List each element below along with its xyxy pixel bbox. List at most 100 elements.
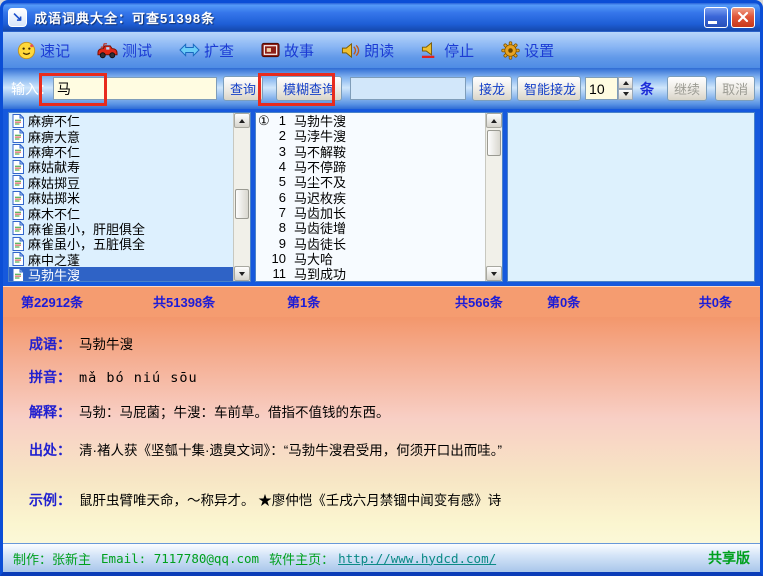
scroll-up-button[interactable] bbox=[486, 113, 502, 128]
close-button[interactable] bbox=[731, 6, 755, 28]
smart-chain-button[interactable]: 智能接龙 bbox=[517, 76, 582, 101]
window-title: 成语词典大全：可查51398条 bbox=[34, 10, 216, 26]
toolbar-item-settings[interactable]: 设置 bbox=[501, 40, 554, 61]
detail-text: 马勃：马屁菌；牛溲：车前草。借指不值钱的东西。 bbox=[79, 405, 390, 420]
scroll-up-button[interactable] bbox=[234, 113, 250, 128]
count-input[interactable] bbox=[585, 77, 619, 100]
input-label: 输入： bbox=[11, 80, 53, 97]
scroll-down-button[interactable] bbox=[486, 266, 502, 281]
down-arrow-icon bbox=[239, 271, 245, 276]
document-icon bbox=[12, 129, 24, 144]
detail-label: 示例： bbox=[29, 492, 71, 508]
result-item[interactable]: 3 马不解鞍 bbox=[256, 143, 502, 160]
result-number: 11 bbox=[272, 266, 287, 282]
stat-value: 共51398条 bbox=[153, 295, 216, 310]
homepage-label: 软件主页： bbox=[269, 551, 335, 567]
close-icon bbox=[737, 11, 749, 23]
up-arrow-icon bbox=[622, 80, 629, 85]
minimize-button[interactable] bbox=[704, 6, 728, 28]
document-icon bbox=[12, 175, 24, 190]
speaker-icon bbox=[342, 42, 360, 58]
detail-row: 示例： 鼠肝虫臂唯天命，～称异才。 ★廖仲恺《壬戌六月禁锢中闻变有感》诗 bbox=[29, 489, 746, 510]
toolbar-item-expand-search[interactable]: 扩查 bbox=[179, 40, 234, 61]
document-icon bbox=[12, 113, 24, 128]
result-number: 9 bbox=[278, 235, 286, 251]
result-item[interactable]: 8 马齿徒增 bbox=[256, 220, 502, 236]
result-list-panel: ① 1 马勃牛溲 2 马浡牛溲 3 马不解鞍 4 马不停蹄 5 马尘不及 6 马迟枚疾 7 马齿加长 8 马齿徒… bbox=[255, 112, 503, 282]
window-buttons bbox=[704, 6, 755, 28]
toolbar-item-test[interactable]: 测试 bbox=[97, 40, 152, 61]
query-button[interactable]: 查询 bbox=[223, 76, 264, 101]
up-arrow-icon bbox=[491, 118, 497, 123]
document-icon bbox=[12, 267, 24, 281]
result-item[interactable]: 9 马齿徒长 bbox=[256, 235, 502, 252]
toolbar-label: 设置 bbox=[524, 42, 555, 60]
search-input[interactable] bbox=[53, 77, 217, 100]
toolbar-item-quick-note[interactable]: 速记 bbox=[17, 40, 70, 61]
stat-value: 第1条 bbox=[287, 295, 321, 310]
up-arrow-icon bbox=[239, 118, 245, 123]
toolbar-label: 朗读 bbox=[364, 42, 395, 60]
document-icon bbox=[12, 252, 24, 267]
document-icon bbox=[12, 144, 24, 159]
scrollbar-thumb[interactable] bbox=[235, 189, 249, 219]
fuzzy-query-button[interactable]: 模糊查询 bbox=[276, 76, 343, 101]
result-item[interactable]: 2 马浡牛溲 bbox=[256, 128, 502, 144]
detail-label: 拼音： bbox=[29, 369, 71, 385]
spin-down-button[interactable] bbox=[618, 88, 634, 100]
double-arrow-icon bbox=[179, 43, 200, 57]
detail-text: 鼠肝虫臂唯天命，～称异才。 ★廖仲恺《壬戌六月禁锢中闻变有感》诗 bbox=[79, 493, 502, 508]
count-unit-label: 条 bbox=[640, 80, 655, 97]
result-item[interactable]: 6 马迟枚疾 bbox=[256, 189, 502, 206]
stat-value: 第0条 bbox=[547, 295, 581, 310]
result-item[interactable]: 5 马尘不及 bbox=[256, 174, 502, 190]
document-icon bbox=[12, 236, 24, 251]
scroll-down-button[interactable] bbox=[234, 266, 250, 281]
chain-input[interactable] bbox=[350, 77, 467, 100]
middle-scrollbar[interactable] bbox=[485, 113, 502, 281]
toolbar-item-stop[interactable]: 停止 bbox=[421, 40, 474, 61]
list-item[interactable]: 马勃牛溲 bbox=[9, 266, 250, 281]
result-number: 2 bbox=[278, 128, 286, 144]
result-number: 1 bbox=[278, 113, 286, 129]
detail-text: 清·褚人获《坚瓠十集·遗臭文词》：“马勃牛溲君受用，何须开口出而哇。” bbox=[79, 443, 502, 458]
cancel-button[interactable]: 取消 bbox=[715, 76, 756, 101]
detail-label: 成语： bbox=[29, 336, 71, 352]
result-number: 10 bbox=[271, 250, 286, 266]
down-arrow-icon bbox=[622, 92, 629, 97]
gear-icon bbox=[501, 40, 520, 60]
stat-value: 共566条 bbox=[455, 295, 503, 310]
homepage-link[interactable]: http://www.hydcd.com/ bbox=[338, 551, 496, 566]
minimize-icon bbox=[707, 20, 717, 24]
result-number: 4 bbox=[278, 159, 286, 175]
stats-bar: 第22912条 共51398条 第1条 共566条 第0条 共0条 bbox=[3, 286, 760, 317]
extra-panel bbox=[507, 112, 755, 282]
result-number: 6 bbox=[278, 189, 286, 205]
titlebar: ↘ 成语词典大全：可查51398条 bbox=[3, 3, 760, 31]
chain-button[interactable]: 接龙 bbox=[472, 76, 513, 101]
result-item[interactable]: 4 马不停蹄 bbox=[256, 159, 502, 175]
result-number: 3 bbox=[278, 143, 286, 159]
toolbar: 速记 测试 扩查 故事 朗读 停止 设置 bbox=[3, 31, 760, 68]
spin-up-button[interactable] bbox=[618, 77, 634, 89]
result-number: 8 bbox=[278, 220, 286, 236]
detail-label: 出处： bbox=[29, 442, 71, 458]
result-item[interactable]: 11 马到成功 bbox=[256, 266, 502, 281]
status-bar: 制作：张新主 Email: 7117780@qq.com 软件主页： http:… bbox=[3, 543, 760, 572]
document-icon bbox=[12, 159, 24, 174]
idiom-list-panel: 麻痹不仁 麻痹大意 麻痺不仁 麻姑献寿 麻姑掷豆 麻姑掷米 麻木不仁 麻雀虽小，肝胆俱全 麻雀虽… bbox=[8, 112, 251, 282]
toolbar-item-read-aloud[interactable]: 朗读 bbox=[341, 40, 394, 61]
idiom-list: 麻痹不仁 麻痹大意 麻痺不仁 麻姑献寿 麻姑掷豆 麻姑掷米 麻木不仁 麻雀虽小，肝胆俱全 麻雀虽… bbox=[9, 113, 250, 281]
story-icon bbox=[261, 42, 280, 58]
toolbar-label: 速记 bbox=[40, 42, 71, 60]
toolbar-item-story[interactable]: 故事 bbox=[261, 40, 314, 61]
continue-button[interactable]: 继续 bbox=[667, 76, 708, 101]
left-scrollbar[interactable] bbox=[233, 113, 250, 281]
result-item[interactable]: ① 1 马勃牛溲 bbox=[256, 113, 502, 129]
result-item[interactable]: 10 马大哈 bbox=[256, 250, 502, 267]
result-item[interactable]: 7 马齿加长 bbox=[256, 205, 502, 221]
detail-area: 成语： 马勃牛溲 拼音： mǎ bó niú sōu 解释： 马勃：马屁菌；牛溲：车前草。… bbox=[3, 317, 760, 543]
scrollbar-thumb[interactable] bbox=[487, 130, 501, 156]
stat-value: 第22912条 bbox=[21, 295, 84, 310]
result-number: 5 bbox=[278, 174, 286, 190]
